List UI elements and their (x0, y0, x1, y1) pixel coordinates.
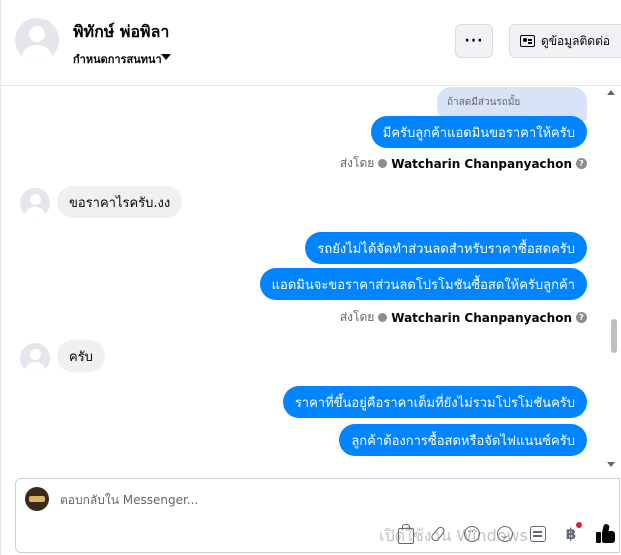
conversation-schedule-label[interactable]: กำหนดการสนทนา (73, 50, 162, 68)
scroll-down-arrow-icon[interactable] (607, 462, 615, 467)
message-thread[interactable]: ถ้าสดมีส่วนรถมั้ย มีครับลูกค้าแอดมินขอรา… (1, 86, 621, 469)
scroll-up-arrow-icon[interactable] (607, 90, 615, 95)
outgoing-message[interactable]: แอดมินจะขอราคาส่วนลดโปรโมชันซื้อสดให้ครั… (259, 268, 587, 300)
avatar-head-shape (30, 349, 41, 360)
sent-by-label: ส่งโดย Watcharin Chanpanyachon ? (340, 308, 587, 327)
view-contact-info-button[interactable]: ดูข้อมูลติดต่อ (509, 24, 621, 58)
avatar-body-shape (25, 362, 45, 373)
outgoing-message[interactable]: ราคาที่ขึ้นอยู่คือราคาเต็มที่ยังไม่รวมโป… (282, 386, 587, 418)
avatar-body-shape (22, 45, 52, 62)
sender-name: Watcharin Chanpanyachon (391, 156, 572, 171)
payment-baht-icon[interactable]: ฿ (563, 522, 582, 542)
outgoing-message[interactable]: มีครับลูกค้าแอดมินขอราคาให้ครับ (370, 116, 587, 148)
help-icon[interactable]: ? (576, 158, 587, 169)
contact-avatar-small[interactable] (20, 188, 50, 218)
more-options-button[interactable]: ··· (455, 24, 493, 58)
caret-down-icon[interactable] (161, 54, 171, 60)
help-icon[interactable]: ? (576, 312, 587, 323)
incoming-message[interactable]: ขอราคาไรครับ.งง (57, 186, 183, 218)
avatar-body-shape (25, 207, 45, 218)
appointment-icon[interactable] (530, 526, 546, 542)
contact-avatar-small[interactable] (20, 343, 50, 373)
outgoing-message[interactable]: ลูกค้าต้องการซื้อสดหรือจัดไฟแนนซ์ครับ (339, 424, 587, 456)
reply-input[interactable]: ตอบกลับใน Messenger... (60, 491, 198, 510)
contact-card-icon (520, 35, 535, 47)
windows-activation-watermark: เปิดใช้งาน Windows (379, 526, 528, 545)
avatar-head-shape (30, 194, 41, 205)
thumbs-up-icon[interactable] (596, 523, 616, 544)
contact-avatar[interactable] (15, 18, 59, 62)
avatar-head-shape (29, 26, 45, 42)
contact-name[interactable]: พิทักษ์ พ่อพิลา (73, 20, 169, 45)
verified-check-icon (378, 313, 388, 322)
view-contact-info-label: ดูข้อมูลติดต่อ (541, 33, 611, 48)
conversation-header: พิทักษ์ พ่อพิลา กำหนดการสนทนา ··· ดูข้อม… (1, 0, 621, 86)
scrollbar[interactable] (610, 86, 618, 469)
verified-check-icon (378, 159, 388, 168)
sender-name: Watcharin Chanpanyachon (391, 310, 572, 325)
reply-composer[interactable]: ตอบกลับใน Messenger... ฿ (15, 478, 620, 553)
thumbs-up-cuff-shape (596, 532, 601, 543)
scrollbar-thumb[interactable] (611, 319, 617, 353)
page-avatar (25, 487, 49, 511)
messenger-conversation-panel: พิทักษ์ พ่อพิลา กำหนดการสนทนา ··· ดูข้อม… (0, 0, 621, 555)
outgoing-message[interactable]: รถยังไม่ได้จัดทำส่วนลดสำหรับราคาซื้อสดคร… (305, 232, 587, 264)
sent-by-label: ส่งโดย Watcharin Chanpanyachon ? (340, 154, 587, 173)
sent-by-prefix: ส่งโดย (339, 310, 375, 324)
sent-by-prefix: ส่งโดย (339, 156, 375, 170)
incoming-message[interactable]: ครับ (57, 340, 105, 372)
